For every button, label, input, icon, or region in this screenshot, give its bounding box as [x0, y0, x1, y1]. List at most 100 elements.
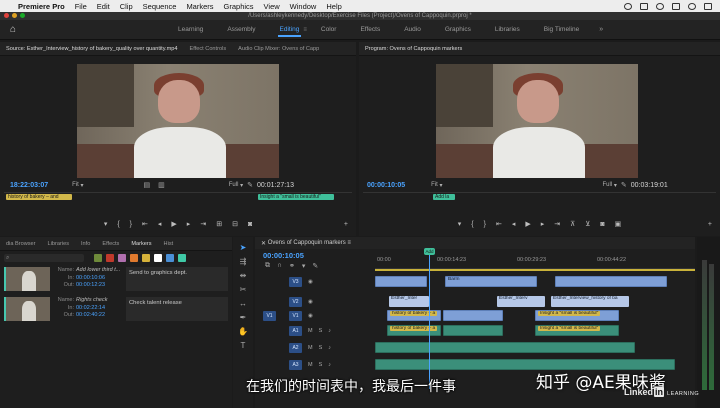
workspace-graphics[interactable]: Graphics	[433, 20, 483, 40]
marker-search-input[interactable]: ⌕	[4, 254, 84, 262]
timeline-tab[interactable]: ✕ Ovens of Cappoquin markers ≡	[255, 237, 695, 249]
nest-icon[interactable]: ⧉	[265, 262, 270, 270]
marker-color-filter[interactable]	[142, 254, 150, 262]
work-area-bar[interactable]	[375, 269, 695, 271]
chevron-down-icon[interactable]: ▾	[79, 182, 83, 189]
track-select-tool-icon[interactable]: ⇶	[240, 257, 247, 266]
minimize-window-button[interactable]	[12, 13, 17, 18]
workspace-effects[interactable]: Effects	[348, 20, 392, 40]
workspace-editing[interactable]: Editing	[268, 20, 312, 40]
add-marker-icon[interactable]: ▾	[302, 262, 306, 270]
mute-button[interactable]: M	[308, 345, 313, 351]
menu-clip[interactable]: Clip	[120, 2, 133, 11]
timeline-timecode[interactable]: 00:00:10:05	[263, 251, 304, 260]
track-label-v2[interactable]: V2	[289, 296, 302, 307]
workspace-learning[interactable]: Learning	[166, 20, 215, 40]
mark-out-icon[interactable]: }	[484, 221, 486, 228]
export-frame-icon[interactable]: ◙	[248, 221, 252, 228]
menu-list-icon[interactable]: ≡	[346, 240, 351, 246]
timeline-clip[interactable]: Esther_Interv	[497, 296, 545, 307]
track-label-a2[interactable]: A2	[289, 342, 302, 353]
track-v1[interactable]: V1 V1 ◉ history of bakery – a Insight a "s…	[255, 309, 695, 322]
microphone-icon[interactable]: ♪	[328, 345, 331, 351]
zoom-window-button[interactable]	[20, 13, 25, 18]
search-icon[interactable]	[688, 2, 696, 10]
selection-tool-icon[interactable]: ➤	[240, 243, 247, 252]
timeline-clip[interactable]: history of bakery – a	[387, 310, 441, 321]
settings-icon[interactable]: ▤	[144, 181, 151, 189]
add-marker-icon[interactable]: ▾	[458, 220, 462, 228]
home-icon[interactable]: ⌂	[0, 24, 26, 35]
track-label-v1[interactable]: V1	[289, 310, 302, 321]
menu-edit[interactable]: Edit	[97, 2, 110, 11]
timeline-clip[interactable]	[443, 310, 503, 321]
wrench-icon[interactable]: ✎	[247, 181, 253, 189]
marker-out[interactable]: 00:00:12:23	[76, 282, 105, 288]
program-video-frame[interactable]	[436, 64, 638, 178]
source-marker-right[interactable]: Insight a "small is beautiful"	[258, 194, 334, 200]
marker-color-filter[interactable]	[154, 254, 162, 262]
timeline-clip[interactable]: Barm	[445, 276, 537, 287]
marker-color-filter[interactable]	[178, 254, 186, 262]
menu-view[interactable]: View	[264, 2, 280, 11]
tab-audio-clip-mixer[interactable]: Audio Clip Mixer: Ovens of Capp	[232, 42, 325, 55]
workspace-audio[interactable]: Audio	[392, 20, 433, 40]
solo-button[interactable]: S	[319, 328, 323, 334]
timeline-clip[interactable]	[555, 276, 667, 287]
wrench-icon[interactable]: ✎	[621, 181, 627, 189]
track-a1[interactable]: A1 M S ♪ history of bakery – a Insight a "s…	[255, 324, 695, 337]
audio-clip[interactable]: history of bakery – a	[387, 325, 441, 336]
mute-button[interactable]: M	[308, 328, 313, 334]
mark-in-icon[interactable]: {	[117, 221, 119, 228]
tab-libraries[interactable]: Libraries	[42, 237, 75, 250]
menu-sequence[interactable]: Sequence	[143, 2, 177, 11]
program-marker[interactable]: Add la	[433, 194, 455, 200]
insert-icon[interactable]: ⊞	[216, 220, 222, 228]
lift-icon[interactable]: ⊼	[570, 220, 575, 228]
linked-selection-icon[interactable]: ⚭	[289, 262, 295, 270]
menu-list-icon[interactable]	[704, 2, 712, 10]
solo-button[interactable]: S	[319, 345, 323, 351]
program-zoom-select[interactable]: Fit	[431, 182, 438, 188]
type-tool-icon[interactable]: T	[241, 341, 246, 350]
tab-markers[interactable]: Markers	[125, 237, 158, 250]
marker-list-item[interactable]: Name: Add lower third t... In: 00:00:10:06…	[0, 265, 232, 295]
tab-effect-controls[interactable]: Effect Controls	[184, 42, 233, 55]
play-icon[interactable]: ▶	[525, 220, 530, 228]
hand-tool-icon[interactable]: ✋	[238, 327, 248, 336]
playhead[interactable]	[429, 249, 430, 389]
pen-tool-icon[interactable]: ✒	[240, 313, 247, 322]
marker-in[interactable]: 00:02:22:14	[76, 305, 105, 311]
step-forward-icon[interactable]: ▸	[187, 220, 191, 228]
menu-graphics[interactable]: Graphics	[224, 2, 254, 11]
comparison-view-icon[interactable]: ▣	[615, 220, 622, 228]
snap-icon[interactable]: ∩	[277, 262, 282, 270]
drag-video-icon[interactable]: ▥	[158, 181, 165, 189]
marker-list-item[interactable]: Name: Rights check In: 00:02:22:14 Out: 00:…	[0, 295, 232, 325]
razor-tool-icon[interactable]: ✂	[240, 285, 247, 294]
tab-media-browser[interactable]: dia Browser	[0, 237, 42, 250]
wrench-icon[interactable]: ✎	[312, 262, 318, 270]
extract-icon[interactable]: ⊻	[585, 220, 590, 228]
audio-clip[interactable]	[375, 342, 635, 353]
marker-comment[interactable]: Check talent release	[126, 297, 228, 321]
menu-file[interactable]: File	[75, 2, 87, 11]
step-forward-icon[interactable]: ▸	[541, 220, 545, 228]
close-icon[interactable]: ✕	[261, 240, 268, 247]
marker-out[interactable]: 00:02:40:22	[76, 312, 105, 318]
eye-icon[interactable]: ◉	[308, 279, 313, 285]
track-a2[interactable]: A2 M S ♪	[255, 341, 695, 354]
menu-help[interactable]: Help	[326, 2, 341, 11]
tab-source[interactable]: Source: Esther_Interview_history of bake…	[0, 42, 184, 55]
menu-window[interactable]: Window	[290, 2, 317, 11]
eye-icon[interactable]: ◉	[308, 299, 313, 305]
chevron-down-icon[interactable]: ▾	[238, 182, 243, 189]
close-window-button[interactable]	[4, 13, 9, 18]
playhead-marker[interactable]: Add	[424, 248, 435, 255]
microphone-icon[interactable]: ♪	[328, 362, 331, 368]
audio-clip[interactable]: Insight a "small is beautiful"	[535, 325, 619, 336]
mute-button[interactable]: M	[308, 362, 313, 368]
creative-cloud-icon[interactable]	[624, 2, 632, 10]
airplay-icon[interactable]	[640, 2, 648, 10]
sequence-title[interactable]: Ovens of Cappoquin markers	[268, 240, 346, 246]
